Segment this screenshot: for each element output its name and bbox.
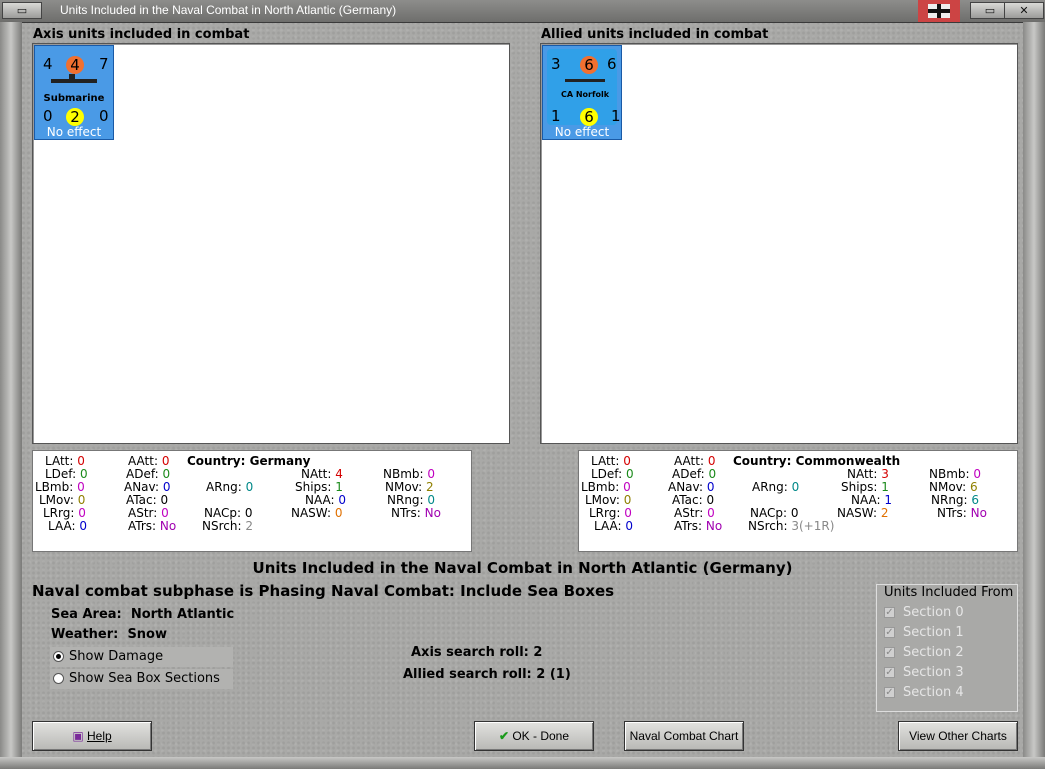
checkbox-checked-icon[interactable]: ✓: [884, 607, 895, 618]
unit-face: 4 4 7 Submarine 0 2 0: [39, 49, 109, 126]
unit-name: CA Norfolk: [560, 90, 610, 99]
unit-bot-mid: 2: [66, 108, 84, 126]
axis-units-panel[interactable]: 4 4 7 Submarine 0 2 0 No effect: [32, 43, 510, 444]
axis-units-header: Axis units included in combat: [33, 27, 250, 42]
show-sea-box-option[interactable]: Show Sea Box Sections: [50, 669, 233, 689]
unit-bot-mid: 6: [580, 108, 598, 126]
ok-done-button[interactable]: ✔ OK - Done: [474, 721, 594, 751]
right-frame: [1023, 22, 1045, 769]
allied-search-roll: Allied search roll: 2 (1): [403, 667, 571, 682]
section-1-label: Section 1: [903, 625, 964, 640]
included-from-group: Units Included From ✓ Section 0 ✓ Section …: [876, 584, 1018, 712]
unit-bot-right: 1: [611, 107, 621, 125]
cruiser-icon: [565, 79, 605, 82]
checkbox-checked-icon[interactable]: ✓: [884, 667, 895, 678]
page-title: Units Included in the Naval Combat in No…: [252, 559, 793, 577]
minimize-button[interactable]: ▭: [2, 2, 42, 19]
unit-bot-left: 1: [551, 107, 561, 125]
radio-unselected-icon[interactable]: [53, 673, 64, 684]
unit-top-right: 6: [607, 55, 617, 73]
ok-label: OK - Done: [512, 729, 570, 743]
submarine-tower-icon: [69, 74, 75, 80]
show-damage-label: Show Damage: [69, 649, 164, 664]
view-other-charts-button[interactable]: View Other Charts: [898, 721, 1018, 751]
title-bar: ▭ Units Included in the Naval Combat in …: [0, 0, 1045, 23]
show-sea-box-label: Show Sea Box Sections: [69, 671, 220, 686]
unit-top-mid: 4: [66, 56, 84, 74]
unit-top-mid: 6: [580, 56, 598, 74]
checkmark-icon: ✔: [498, 729, 509, 743]
sea-area-info: Sea Area: North Atlantic: [51, 607, 235, 622]
germany-flag-icon: [918, 0, 960, 22]
checkbox-checked-icon[interactable]: ✓: [884, 647, 895, 658]
checkbox-checked-icon[interactable]: ✓: [884, 687, 895, 698]
radio-selected-icon[interactable]: [53, 651, 64, 662]
unit-bot-right: 0: [99, 107, 109, 125]
allied-stats-box: LAtt: 0 LDef: 0 LBmb: 0 LMov: 0 LRrg: 0 …: [578, 450, 1018, 552]
allied-units-header: Allied units included in combat: [541, 27, 769, 42]
section-4-label: Section 4: [903, 685, 964, 700]
unit-face: 3 6 6 CA Norfolk 1 6 1: [547, 49, 621, 126]
axis-search-roll: Axis search roll: 2: [411, 645, 543, 660]
help-label: Help: [87, 729, 112, 743]
allied-units-panel[interactable]: 3 6 6 CA Norfolk 1 6 1 No effect: [540, 43, 1018, 444]
window-title: Units Included in the Naval Combat in No…: [60, 3, 397, 17]
other-charts-label: View Other Charts: [909, 729, 1007, 743]
section-3-label: Section 3: [903, 665, 964, 680]
bottom-frame: [0, 757, 1045, 769]
unit-bot-left: 0: [43, 107, 53, 125]
unit-status: No effect: [554, 125, 610, 139]
naval-chart-label: Naval Combat Chart: [629, 729, 739, 743]
section-0-label: Section 0: [903, 605, 964, 620]
close-button[interactable]: ✕: [1004, 2, 1044, 19]
included-from-title: Units Included From: [884, 585, 1014, 600]
show-damage-option[interactable]: Show Damage: [50, 647, 233, 667]
unit-top-left: 3: [551, 55, 561, 73]
help-button[interactable]: ▣ Help: [32, 721, 152, 751]
unit-top-right: 7: [99, 55, 109, 73]
help-book-icon: ▣: [72, 729, 84, 743]
weather-info: Weather: Snow: [51, 627, 167, 642]
naval-combat-chart-button[interactable]: Naval Combat Chart: [624, 721, 744, 751]
section-2-label: Section 2: [903, 645, 964, 660]
unit-name: Submarine: [43, 93, 105, 104]
checkbox-checked-icon[interactable]: ✓: [884, 627, 895, 638]
allied-unit-counter[interactable]: 3 6 6 CA Norfolk 1 6 1 No effect: [542, 45, 622, 140]
unit-status: No effect: [46, 125, 102, 139]
subphase-text: Naval combat subphase is Phasing Naval C…: [32, 582, 615, 600]
axis-stats-box: LAtt: 0 LDef: 0 LBmb: 0 LMov: 0 LRrg: 0 …: [32, 450, 472, 552]
left-frame: [0, 22, 22, 769]
axis-unit-counter[interactable]: 4 4 7 Submarine 0 2 0 No effect: [34, 45, 114, 140]
unit-top-left: 4: [43, 55, 53, 73]
